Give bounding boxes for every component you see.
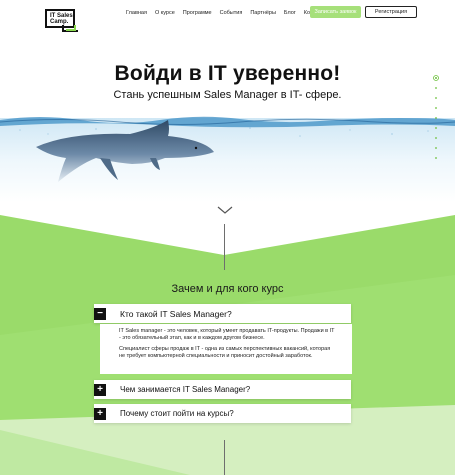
faq-answer: IT Sales manager - это человек, который … <box>100 324 352 374</box>
faq-answer-paragraph: IT Sales manager - это человек, который … <box>119 328 335 341</box>
nav-item-home[interactable]: Главная <box>126 10 147 16</box>
faq-item-open[interactable]: − Кто такой IT Sales Manager? <box>94 304 351 323</box>
logo-text: IT Sales Camp. <box>50 13 73 25</box>
faq-question-text[interactable]: Чем занимается IT Sales Manager? <box>120 385 250 394</box>
hero-subtitle: Стань успешным Sales Manager в IT- сфере… <box>113 89 342 101</box>
faq-question-text[interactable]: Кто такой IT Sales Manager? <box>120 309 232 319</box>
nav-item-partners[interactable]: Партнёры <box>250 10 276 16</box>
shark-water-image <box>0 116 455 202</box>
signup-button[interactable]: Записать заявок <box>310 6 361 18</box>
nav-item-about[interactable]: О курсе <box>155 10 175 16</box>
faq-item[interactable]: + Почему стоит пойти на курсы? <box>94 404 351 423</box>
nav-item-events[interactable]: События <box>220 10 243 16</box>
nav-item-program[interactable]: Программе <box>183 10 212 16</box>
decorative-line <box>224 440 225 475</box>
faq-question-row[interactable]: + Почему стоит пойти на курсы? <box>94 404 351 423</box>
logo-accent <box>66 25 76 31</box>
faq-item[interactable]: + Чем занимается IT Sales Manager? <box>94 380 351 399</box>
section-nav-dots[interactable] <box>432 74 440 164</box>
register-button[interactable]: Регистрация <box>365 6 417 18</box>
faq-answer-paragraph: Специалист сферы продаж в IT - одна из с… <box>119 346 331 359</box>
decorative-line <box>224 224 225 270</box>
nav-item-blog[interactable]: Блог <box>284 10 296 16</box>
header: IT Sales Camp. Главная О курсе Программе… <box>0 0 455 34</box>
faq-question-text[interactable]: Почему стоит пойти на курсы? <box>120 409 234 418</box>
main-nav: Главная О курсе Программе События Партнё… <box>126 10 328 16</box>
plus-icon[interactable]: + <box>94 407 106 420</box>
chevron-down-icon[interactable] <box>217 205 233 215</box>
faq-question-row[interactable]: + Чем занимается IT Sales Manager? <box>94 380 351 399</box>
plus-icon[interactable]: + <box>94 383 106 396</box>
minus-icon[interactable]: − <box>94 307 106 320</box>
faq-question-row[interactable]: − Кто такой IT Sales Manager? <box>94 304 351 323</box>
hero-title: Войди в IT уверенно! <box>114 62 341 85</box>
section-title: Зачем и для кого курс <box>171 283 284 295</box>
